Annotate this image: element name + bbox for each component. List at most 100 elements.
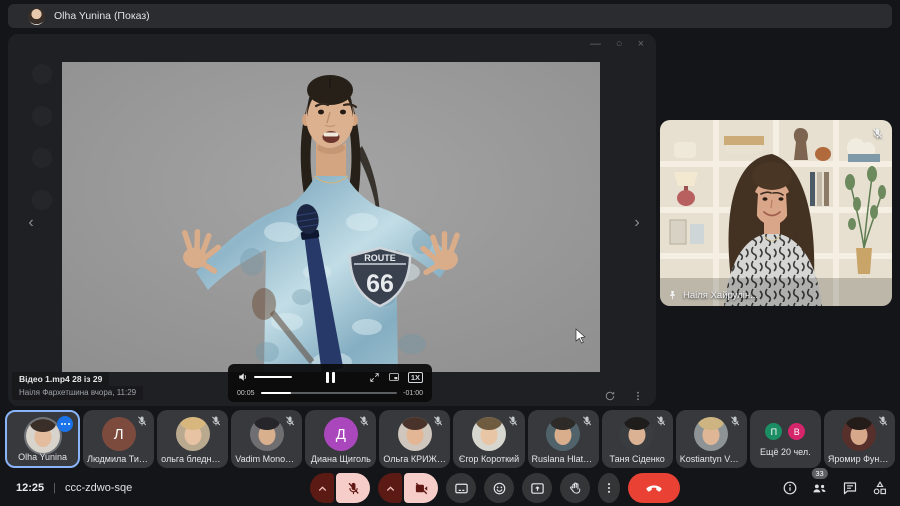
avatar bbox=[694, 417, 728, 451]
screen-share-stage: — ○ × ‹ › bbox=[8, 34, 656, 406]
media-prev-button[interactable]: ‹ bbox=[20, 210, 42, 236]
pinned-participant-name: Наіля Хайрулін... bbox=[683, 290, 758, 301]
more-options-icon[interactable] bbox=[632, 390, 644, 402]
mic-off-icon bbox=[877, 415, 889, 427]
window-close-icon[interactable]: × bbox=[638, 38, 644, 50]
seek-bar[interactable] bbox=[261, 392, 398, 394]
camera-off-button[interactable] bbox=[404, 473, 438, 503]
svg-text:66: 66 bbox=[366, 270, 394, 298]
overflow-avatar-initial: В bbox=[788, 423, 805, 440]
presenter-label: Olha Yunina (Показ) bbox=[54, 10, 150, 22]
avatar bbox=[546, 417, 580, 451]
shared-video-content: ROUTE 66 bbox=[62, 62, 600, 372]
window-circle-icon[interactable]: ○ bbox=[616, 38, 623, 50]
avatar bbox=[176, 417, 210, 451]
overflow-avatar-initial: П bbox=[765, 423, 782, 440]
avatar bbox=[250, 417, 284, 451]
performer-illustration: ROUTE 66 bbox=[62, 62, 600, 372]
captions-button[interactable] bbox=[446, 473, 476, 503]
shared-window-controls: — ○ × bbox=[590, 38, 644, 50]
mic-off-icon bbox=[432, 415, 444, 427]
camera-control-group bbox=[378, 473, 438, 503]
pause-button[interactable] bbox=[326, 372, 335, 383]
window-minimize-icon[interactable]: — bbox=[590, 38, 601, 50]
participant-tile[interactable]: Kostiantyn Vale... bbox=[676, 410, 747, 468]
participant-tile[interactable]: Л Людмила Тиша... bbox=[83, 410, 154, 468]
picture-in-picture-icon[interactable] bbox=[388, 371, 400, 383]
participants-button[interactable]: 33 bbox=[807, 475, 832, 501]
present-screen-button[interactable] bbox=[522, 473, 552, 503]
volume-icon[interactable] bbox=[237, 371, 249, 383]
camera-options-chevron[interactable] bbox=[378, 473, 402, 503]
mic-off-icon bbox=[210, 415, 222, 427]
avatar-initial: Л bbox=[114, 426, 124, 443]
presenter-avatar bbox=[28, 8, 45, 25]
meeting-code: ccc-zdwo-sqe bbox=[65, 482, 132, 494]
media-title: Відео 1.mp4 28 із 29 bbox=[12, 372, 109, 386]
mic-off-icon bbox=[136, 415, 148, 427]
remaining-time: -01:00 bbox=[403, 390, 423, 397]
presenting-banner: Olha Yunina (Показ) bbox=[8, 4, 892, 28]
playback-speed[interactable]: 1X bbox=[408, 372, 423, 383]
participant-name: Диана Щиголь bbox=[309, 454, 372, 464]
reactions-button[interactable] bbox=[484, 473, 514, 503]
pinned-participant-tile[interactable]: Наіля Хайрулін... bbox=[660, 120, 892, 306]
video-player-controls: 1X 00:05 -01:00 bbox=[228, 364, 432, 402]
mic-options-chevron[interactable] bbox=[310, 473, 334, 503]
chat-button[interactable] bbox=[837, 475, 862, 501]
participant-tile[interactable]: Єгор Короткий bbox=[453, 410, 524, 468]
meeting-info: 12:25 | ccc-zdwo-sqe bbox=[16, 470, 132, 506]
mic-off-icon bbox=[729, 415, 741, 427]
overflow-count-label: Ещё 20 чел. bbox=[754, 447, 817, 457]
mic-control-group bbox=[310, 473, 370, 503]
pinned-participant-nameplate: Наіля Хайрулін... bbox=[667, 290, 758, 301]
participant-filmstrip: Olha Yunina Л Людмила Тиша... ольга блед… bbox=[0, 410, 900, 468]
svg-text:ROUTE: ROUTE bbox=[364, 253, 396, 263]
mouse-cursor bbox=[575, 328, 587, 344]
participant-tile[interactable]: Ольга КРИЖА... bbox=[379, 410, 450, 468]
avatar: Д bbox=[324, 417, 358, 451]
participant-tile[interactable]: ольга бледнова bbox=[157, 410, 228, 468]
tile-more-options-button[interactable] bbox=[57, 416, 73, 432]
background-thumbnail bbox=[32, 190, 52, 210]
participant-tile[interactable]: Яромир Фунду... bbox=[824, 410, 895, 468]
leave-call-button[interactable] bbox=[628, 473, 680, 503]
participant-name: Vadim Monoga... bbox=[235, 454, 298, 464]
mic-off-icon bbox=[655, 415, 667, 427]
mic-off-icon bbox=[581, 415, 593, 427]
activities-button[interactable] bbox=[867, 475, 892, 501]
rotate-icon[interactable] bbox=[604, 390, 616, 402]
participant-name: ольга бледнова bbox=[161, 454, 224, 464]
participant-tile-overflow[interactable]: П В Ещё 20 чел. bbox=[750, 410, 821, 468]
participant-name: Ольга КРИЖА... bbox=[383, 454, 446, 464]
participant-name: Людмила Тиша... bbox=[87, 454, 150, 464]
elapsed-time: 00:05 bbox=[237, 390, 255, 397]
pinned-participant-video bbox=[660, 120, 892, 306]
media-subtitle: Наіля Фархетшина вчора, 11:29 bbox=[12, 386, 143, 400]
participant-tile[interactable]: Д Диана Щиголь bbox=[305, 410, 376, 468]
clock: 12:25 bbox=[16, 482, 44, 494]
pin-icon bbox=[667, 290, 678, 301]
participant-tile[interactable]: Vadim Monoga... bbox=[231, 410, 302, 468]
mic-off-icon bbox=[358, 415, 370, 427]
meeting-panels: 33 bbox=[777, 470, 892, 506]
stage-corner-actions bbox=[604, 390, 644, 402]
participant-tile[interactable]: Ruslana Hlatke... bbox=[528, 410, 599, 468]
avatar-initial: Д bbox=[336, 426, 346, 443]
overflow-avatars: П В bbox=[765, 423, 805, 440]
meeting-details-button[interactable] bbox=[777, 475, 802, 501]
participant-tile[interactable]: Таня Сіденко bbox=[602, 410, 673, 468]
volume-slider[interactable] bbox=[254, 376, 292, 378]
avatar bbox=[472, 417, 506, 451]
media-next-button[interactable]: › bbox=[626, 210, 648, 236]
fullscreen-icon[interactable] bbox=[369, 372, 380, 383]
participant-tile-self[interactable]: Olha Yunina bbox=[5, 410, 80, 468]
background-thumbnail bbox=[32, 148, 52, 168]
more-options-button[interactable] bbox=[598, 473, 620, 503]
divider: | bbox=[53, 482, 56, 494]
participant-name: Kostiantyn Vale... bbox=[680, 454, 743, 464]
participant-name: Яромир Фунду... bbox=[828, 454, 891, 464]
raise-hand-button[interactable] bbox=[560, 473, 590, 503]
mic-muted-button[interactable] bbox=[336, 473, 370, 503]
avatar bbox=[842, 417, 876, 451]
